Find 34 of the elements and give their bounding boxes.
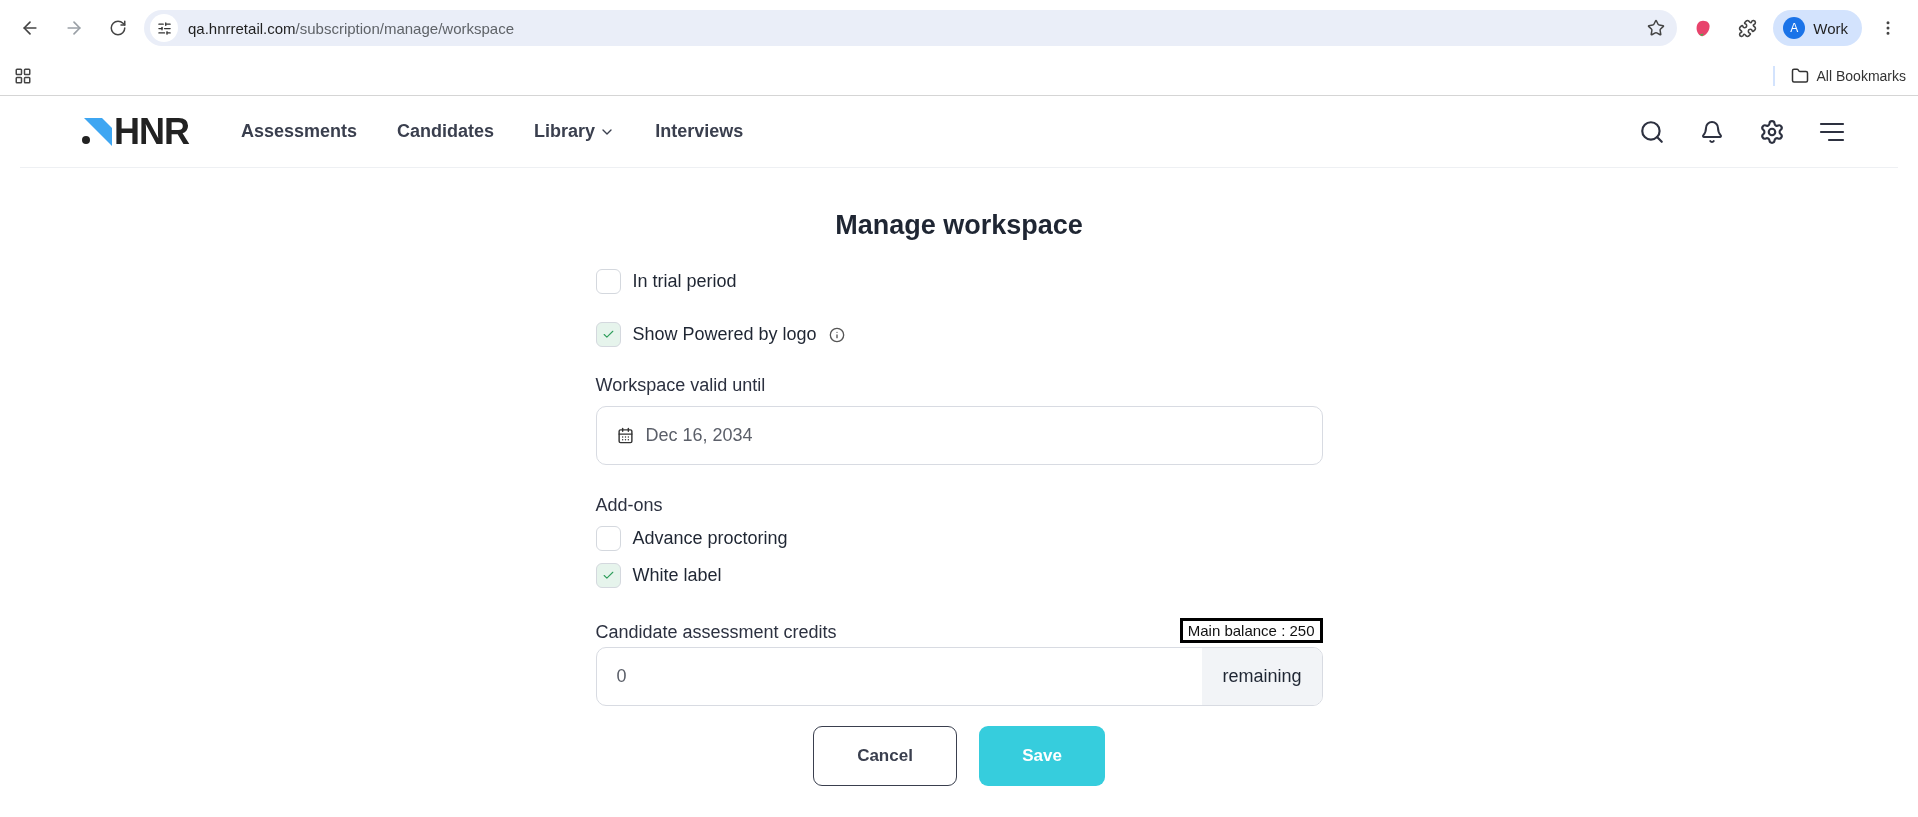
- folder-icon: [1790, 66, 1809, 85]
- page-title: Manage workspace: [834, 210, 1084, 241]
- main-balance: Main balance : 250: [1179, 618, 1323, 643]
- nav-link[interactable]: Interviews: [655, 121, 744, 142]
- info-icon[interactable]: [828, 326, 845, 343]
- checkbox[interactable]: [595, 526, 621, 551]
- cancel-button[interactable]: Cancel: [813, 726, 957, 786]
- checkbox-label: Advance proctoring: [632, 528, 788, 549]
- check-icon: [601, 569, 615, 582]
- checkbox-label: In trial period: [632, 271, 737, 292]
- field-label: Candidate assessment credits: [595, 622, 837, 643]
- section-label: Add-ons: [595, 495, 664, 516]
- bookmarks-folder[interactable]: All Bookmarks: [1790, 66, 1906, 85]
- check-icon: [601, 328, 615, 341]
- checkbox[interactable]: [595, 322, 621, 347]
- nav-link[interactable]: Library: [534, 121, 616, 142]
- field-label: Workspace valid until: [595, 375, 767, 396]
- checkbox-label: White label: [632, 565, 722, 586]
- address-bar[interactable]: qa.hnrretail.com/subscription/manage/workspace: [144, 10, 1678, 46]
- site-settings-icon[interactable]: [150, 14, 178, 42]
- reload-icon: [109, 19, 127, 37]
- logo-text[interactable]: HNR: [114, 110, 189, 153]
- checkbox[interactable]: [595, 269, 621, 294]
- date-field[interactable]: Dec 16, 2034: [595, 406, 1323, 465]
- bookmark-star-icon[interactable]: [1647, 19, 1666, 37]
- checkbox[interactable]: [595, 563, 621, 588]
- url-text: qa.hnrretail.com/subscription/manage/workspace: [188, 19, 515, 37]
- calendar-icon: [616, 427, 634, 444]
- nav-link[interactable]: Candidates: [397, 121, 495, 142]
- apps-icon[interactable]: [14, 66, 32, 85]
- checkbox-label: Show Powered by logo: [632, 324, 817, 345]
- profile-button[interactable]: A Work: [1773, 10, 1862, 46]
- nav-link[interactable]: Assessments: [241, 121, 358, 142]
- credits-field[interactable]: 0 remaining: [595, 647, 1323, 706]
